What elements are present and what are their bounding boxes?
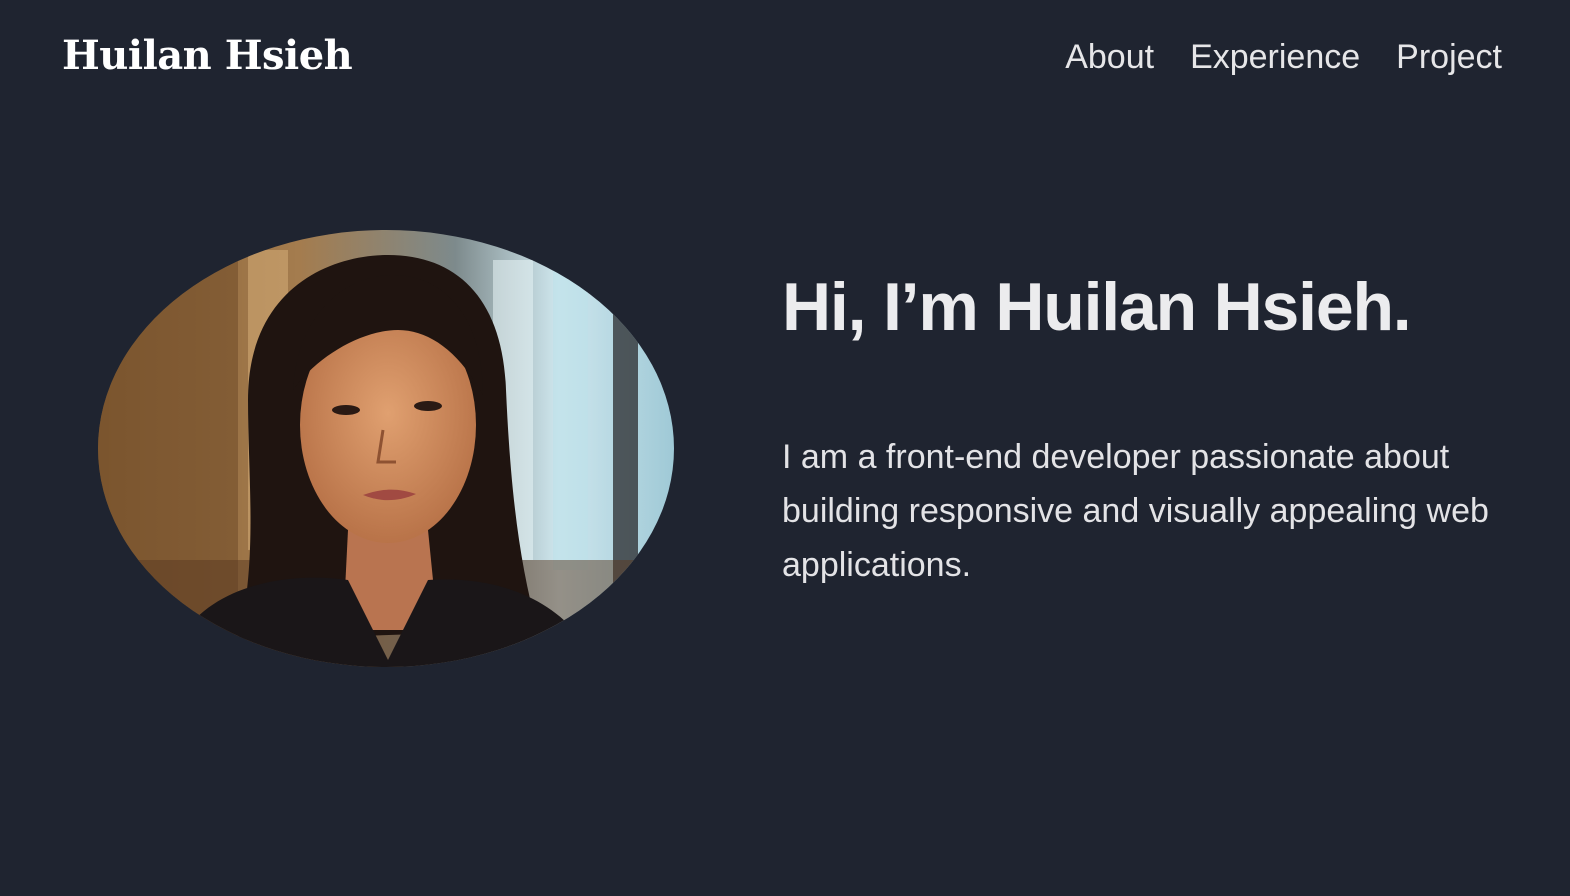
main-nav: About Experience Project bbox=[1065, 36, 1502, 78]
profile-photo bbox=[98, 230, 674, 667]
nav-link-experience[interactable]: Experience bbox=[1190, 36, 1360, 78]
hero-title: Hi, I’m Huilan Hsieh. bbox=[782, 269, 1412, 345]
nav-link-about[interactable]: About bbox=[1065, 36, 1154, 78]
site-brand[interactable]: Huilan Hsieh bbox=[62, 30, 353, 82]
site-header: Huilan Hsieh About Experience Project bbox=[0, 0, 1570, 115]
nav-link-project[interactable]: Project bbox=[1396, 36, 1502, 78]
hero-description: I am a front-end developer passionate ab… bbox=[782, 438, 1489, 584]
